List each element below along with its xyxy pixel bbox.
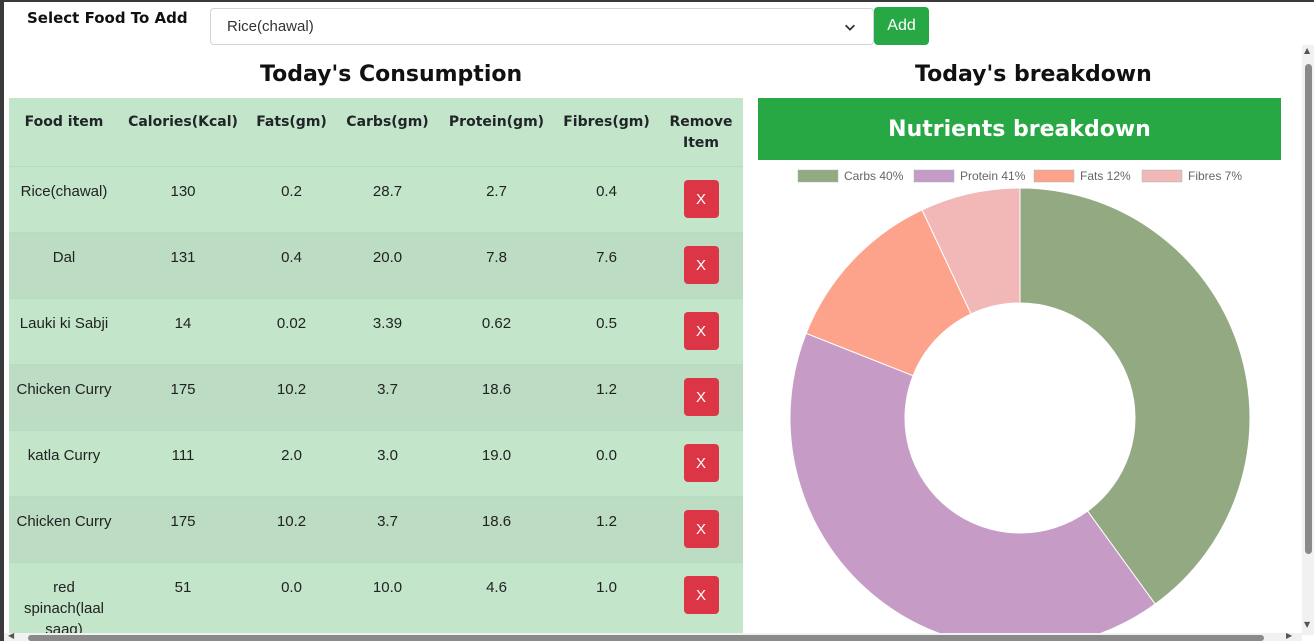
legend-swatch-3[interactable]	[1141, 169, 1183, 183]
cell-calories: 51	[174, 579, 192, 596]
header-carbs: Carbs(gm)	[346, 114, 429, 130]
table-row: Dal 131 0.4 20.0 7.8 7.6 X	[9, 232, 743, 299]
legend-swatch-0[interactable]	[797, 169, 839, 183]
legend-label-3[interactable]: Fibres 7%	[1188, 169, 1242, 183]
remove-item-button[interactable]: X	[683, 444, 719, 482]
table-header-row: Food item Calories(Kcal) Fats(gm) Carbs(…	[9, 98, 743, 167]
cell-remove: X	[659, 497, 743, 563]
cell-food-item: Dal	[52, 249, 76, 266]
cell-remove: X	[659, 365, 743, 431]
table-row: Chicken Curry 175 10.2 3.7 18.6 1.2 X	[9, 364, 743, 431]
cell-carbs: 20.0	[372, 249, 403, 266]
cell-protein: 18.6	[481, 513, 512, 530]
remove-item-button[interactable]: X	[683, 378, 719, 416]
cell-protein: 0.62	[481, 315, 512, 332]
table-row: red spinach(laal saag) 51 0.0 10.0 4.6 1…	[9, 562, 743, 634]
cell-remove: X	[659, 167, 743, 233]
cell-carbs: 3.39	[372, 315, 403, 332]
cell-food-item: Rice(chawal)	[20, 183, 108, 200]
cell-protein: 7.8	[486, 249, 507, 266]
table-row: Lauki ki Sabji 14 0.02 3.39 0.62 0.5 X	[9, 298, 743, 365]
cell-carbs: 3.7	[377, 381, 398, 398]
cell-carbs: 3.0	[377, 447, 398, 464]
cell-fats: 0.0	[281, 579, 302, 596]
chevron-down-icon	[845, 24, 855, 31]
cell-calories: 175	[170, 381, 196, 398]
cell-food-item: Lauki ki Sabji	[19, 315, 109, 332]
header-calories: Calories(Kcal)	[128, 114, 238, 130]
cell-remove: X	[659, 233, 743, 299]
select-food-label: Select Food To Add	[27, 9, 188, 27]
cell-calories: 131	[170, 249, 196, 266]
header-fats: Fats(gm)	[256, 114, 327, 130]
remove-item-button[interactable]: X	[683, 180, 719, 218]
breakdown-title: Today's breakdown	[915, 62, 1152, 87]
scroll-right-arrow-icon[interactable]: ▶	[1286, 631, 1292, 640]
scroll-up-arrow-icon[interactable]: ▲	[1304, 46, 1310, 55]
table-row: Rice(chawal) 130 0.2 28.7 2.7 0.4 X	[9, 166, 743, 233]
cell-carbs: 28.7	[372, 183, 403, 200]
cell-fibres: 0.4	[596, 183, 617, 200]
cell-protein: 19.0	[481, 447, 512, 464]
cell-fats: 0.2	[281, 183, 302, 200]
cell-fibres: 1.0	[596, 579, 617, 596]
consumption-title: Today's Consumption	[260, 62, 523, 87]
chart-title-banner: Nutrients breakdown	[758, 98, 1281, 160]
vertical-scrollbar-thumb[interactable]	[1305, 64, 1312, 554]
cell-fats: 10.2	[276, 381, 307, 398]
cell-carbs: 10.0	[372, 579, 403, 596]
remove-item-button[interactable]: X	[683, 576, 719, 614]
add-food-button[interactable]: Add	[874, 7, 929, 45]
cell-fats: 2.0	[281, 447, 302, 464]
legend-label-2[interactable]: Fats 12%	[1080, 169, 1131, 183]
header-food-item: Food item	[24, 114, 104, 130]
donut-slice-1[interactable]	[789, 332, 1156, 633]
legend-swatch-2[interactable]	[1033, 169, 1075, 183]
cell-food-item: Chicken Curry	[16, 381, 112, 398]
cell-calories: 130	[170, 183, 196, 200]
cell-carbs: 3.7	[377, 513, 398, 530]
header-protein: Protein(gm)	[448, 114, 545, 130]
header-remove-item: Remove Item	[669, 114, 733, 151]
cell-remove: X	[659, 431, 743, 497]
remove-item-button[interactable]: X	[683, 246, 719, 284]
scroll-down-arrow-icon[interactable]: ▼	[1304, 620, 1310, 629]
cell-fibres: 0.0	[596, 447, 617, 464]
legend-label-0[interactable]: Carbs 40%	[844, 169, 904, 183]
cell-fibres: 0.5	[596, 315, 617, 332]
cell-food-item: red spinach(laal saag)	[23, 579, 105, 633]
cell-calories: 175	[170, 513, 196, 530]
cell-fibres: 1.2	[596, 381, 617, 398]
cell-remove: X	[659, 563, 743, 634]
table-row: katla Curry 111 2.0 3.0 19.0 0.0 X	[9, 430, 743, 497]
cell-protein: 4.6	[486, 579, 507, 596]
header-fibres: Fibres(gm)	[563, 114, 650, 130]
cell-calories: 14	[174, 315, 192, 332]
horizontal-scrollbar-thumb[interactable]	[28, 635, 1264, 641]
remove-item-button[interactable]: X	[683, 312, 719, 350]
cell-fats: 0.02	[276, 315, 307, 332]
scroll-left-arrow-icon[interactable]: ◀	[8, 631, 14, 640]
cell-protein: 18.6	[481, 381, 512, 398]
cell-food-item: katla Curry	[27, 447, 101, 464]
consumption-table: Food item Calories(Kcal) Fats(gm) Carbs(…	[9, 98, 743, 633]
cell-fibres: 7.6	[596, 249, 617, 266]
cell-remove: X	[659, 299, 743, 365]
legend-swatch-1[interactable]	[913, 169, 955, 183]
cell-calories: 111	[171, 447, 195, 464]
cell-fats: 0.4	[281, 249, 302, 266]
cell-protein: 2.7	[486, 183, 507, 200]
remove-item-button[interactable]: X	[683, 510, 719, 548]
legend-label-1[interactable]: Protein 41%	[960, 169, 1026, 183]
food-select-dropdown[interactable]: Rice(chawal)	[210, 8, 874, 45]
cell-fibres: 1.2	[596, 513, 617, 530]
table-row: Chicken Curry 175 10.2 3.7 18.6 1.2 X	[9, 496, 743, 563]
selected-food-value: Rice(chawal)	[227, 18, 314, 35]
consumption-table-container: Food item Calories(Kcal) Fats(gm) Carbs(…	[9, 98, 743, 633]
cell-food-item: Chicken Curry	[16, 513, 112, 530]
cell-fats: 10.2	[276, 513, 307, 530]
nutrients-donut-chart: Carbs 40% Protein 41% Fats 12% Fibres 7%	[789, 169, 1251, 633]
